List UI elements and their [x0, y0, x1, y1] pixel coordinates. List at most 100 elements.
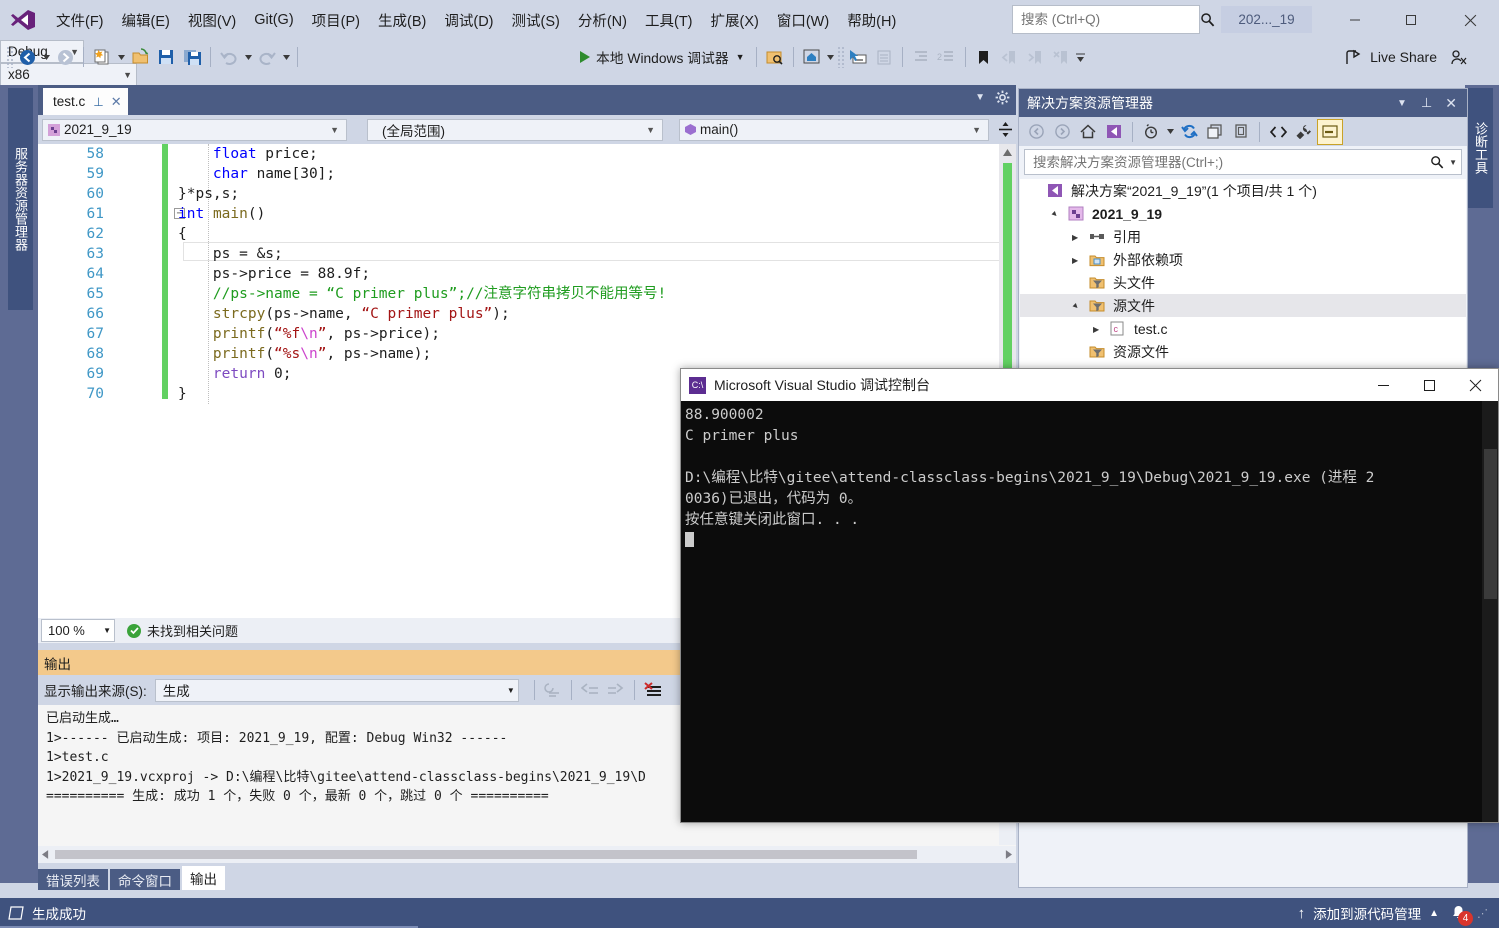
console-output-area[interactable]: 88.900002 C primer plus D:\编程\比特\gitee\a…	[681, 401, 1498, 822]
menu-item-analyze[interactable]: 分析(N)	[569, 7, 636, 34]
tab-list-chevron-down-icon[interactable]: ▼	[975, 92, 985, 103]
quick-search-box[interactable]	[1012, 5, 1215, 34]
solution-tree-item[interactable]: 解决方案“2021_9_19”(1 个项目/共 1 个)	[1020, 179, 1466, 202]
solution-home-dropdown-icon[interactable]	[825, 44, 837, 70]
redo-icon[interactable]	[254, 44, 280, 70]
solution-tree-item[interactable]: ▶ 引用	[1020, 225, 1466, 248]
toolbar-overflow-icon[interactable]	[1075, 44, 1087, 70]
collapsed-arrow-icon[interactable]: ▶	[1072, 255, 1089, 265]
console-maximize-button[interactable]	[1406, 369, 1452, 401]
resize-grip-icon[interactable]: ⋰	[1477, 907, 1489, 920]
nav-scope-combo[interactable]: (全局范围) ▼	[367, 118, 663, 141]
panel-menu-chevron-down-icon[interactable]: ▼	[1390, 98, 1414, 109]
code-line[interactable]: 62 {	[38, 224, 1016, 244]
main-menu[interactable]: 文件(F) 编辑(E) 视图(V) Git(G) 项目(P) 生成(B) 调试(…	[47, 0, 905, 40]
menu-item-extensions[interactable]: 扩展(X)	[702, 7, 768, 34]
code-line[interactable]: 65 //ps->name = “C primer plus”;//注意字符串拷…	[38, 284, 1016, 304]
undo-icon[interactable]	[216, 44, 242, 70]
window-minimize-button[interactable]	[1332, 0, 1378, 40]
find-message-icon[interactable]	[540, 677, 566, 703]
menu-item-test[interactable]: 测试(S)	[503, 7, 569, 34]
output-scroll-thumb[interactable]	[55, 850, 917, 859]
search-input[interactable]	[1019, 11, 1200, 28]
clear-bookmarks-icon[interactable]	[1049, 44, 1075, 70]
collapsed-arrow-icon[interactable]: ▶	[1072, 232, 1089, 242]
menu-item-file[interactable]: 文件(F)	[47, 7, 113, 34]
solution-tree-item[interactable]: ▶ c test.c	[1020, 317, 1466, 340]
upload-arrow-icon[interactable]: ↑	[1298, 905, 1306, 922]
search-options-chevron-down-icon[interactable]: ▼	[1444, 158, 1457, 167]
decrease-indent-icon[interactable]	[908, 44, 934, 70]
menu-item-tools[interactable]: 工具(T)	[636, 7, 702, 34]
split-editor-icon[interactable]	[995, 121, 1015, 138]
solution-explorer-search-box[interactable]: ▼	[1024, 149, 1462, 175]
se-forward-icon[interactable]	[1049, 119, 1075, 145]
nav-member-combo[interactable]: main() ▼	[679, 118, 989, 141]
gear-icon[interactable]	[995, 90, 1010, 105]
se-refresh-icon[interactable]	[1176, 119, 1202, 145]
scroll-up-arrow-icon[interactable]	[999, 144, 1016, 161]
code-line[interactable]: 66 strcpy(ps->name, “C primer plus”);	[38, 304, 1016, 324]
collapsed-arrow-icon[interactable]: ▶	[1093, 324, 1110, 334]
code-line[interactable]: 64 ps->price = 88.9f;	[38, 264, 1016, 284]
new-project-dropdown-icon[interactable]	[115, 44, 127, 70]
undo-dropdown-icon[interactable]	[242, 44, 254, 70]
solution-home-icon[interactable]	[799, 44, 825, 70]
navigate-forward-button[interactable]	[52, 44, 78, 70]
go-to-next-message-icon[interactable]	[603, 677, 629, 703]
menu-item-help[interactable]: 帮助(H)	[838, 7, 905, 34]
diagnostic-tools-dock-tab[interactable]: 诊断工具	[1468, 88, 1493, 208]
debug-console-window[interactable]: C:\ Microsoft Visual Studio 调试控制台 88.900…	[680, 368, 1499, 823]
expanded-arrow-icon[interactable]: ▲	[1049, 208, 1068, 220]
previous-bookmark-icon[interactable]	[997, 44, 1023, 70]
close-panel-icon[interactable]: ✕	[1439, 95, 1463, 112]
toggle-bookmark-icon[interactable]	[971, 44, 997, 70]
start-debugging-button[interactable]: 本地 Windows 调试器 ▼	[574, 44, 751, 70]
increase-indent-icon[interactable]: 2	[934, 44, 960, 70]
new-project-icon[interactable]	[89, 44, 115, 70]
code-line[interactable]: 59 char name[30];	[38, 164, 1016, 184]
menu-item-build[interactable]: 生成(B)	[369, 7, 435, 34]
se-home-icon[interactable]	[1075, 119, 1101, 145]
pin-tab-icon[interactable]: ⊥	[93, 95, 103, 109]
server-explorer-dock-tab[interactable]: 服务器资源管理器	[8, 88, 33, 310]
code-line[interactable]: 61− int main()	[38, 204, 1016, 224]
tab-output[interactable]: 输出	[182, 866, 225, 890]
console-minimize-button[interactable]	[1360, 369, 1406, 401]
code-line[interactable]: 67 printf(“%f\n”, ps->price);	[38, 324, 1016, 344]
se-view-code-icon[interactable]	[1265, 119, 1291, 145]
console-scroll-thumb[interactable]	[1484, 449, 1497, 599]
menu-item-edit[interactable]: 编辑(E)	[113, 7, 179, 34]
open-file-icon[interactable]	[127, 44, 153, 70]
send-feedback-icon[interactable]	[1445, 44, 1471, 70]
tab-error-list[interactable]: 错误列表	[38, 869, 108, 890]
editor-zoom-combo[interactable]: 100 % ▼	[41, 619, 115, 642]
menu-item-project[interactable]: 项目(P)	[303, 7, 369, 34]
output-scroll-left-arrow-icon[interactable]	[38, 847, 49, 862]
output-source-combo[interactable]: 生成 ▼	[154, 678, 519, 702]
nav-project-combo[interactable]: 2021_9_19 ▼	[42, 118, 347, 141]
se-show-all-files-icon[interactable]	[1228, 119, 1254, 145]
close-tab-icon[interactable]: ✕	[111, 94, 122, 110]
code-line[interactable]: 60}*ps,s;	[38, 184, 1016, 204]
menu-item-window[interactable]: 窗口(W)	[768, 7, 838, 34]
properties-window-icon[interactable]	[871, 44, 897, 70]
clear-all-icon[interactable]	[640, 677, 666, 703]
console-vertical-scrollbar[interactable]	[1482, 401, 1498, 822]
editor-tab-testc[interactable]: test.c ⊥ ✕	[43, 88, 128, 115]
tab-command-window[interactable]: 命令窗口	[110, 869, 180, 890]
se-collapse-all-icon[interactable]	[1202, 119, 1228, 145]
next-bookmark-icon[interactable]	[1023, 44, 1049, 70]
toolbar-grip[interactable]	[6, 46, 14, 68]
window-close-button[interactable]	[1447, 0, 1493, 40]
toolbar-grip-2[interactable]	[836, 46, 845, 68]
console-close-button[interactable]	[1452, 369, 1498, 401]
expanded-arrow-icon[interactable]: ▲	[1070, 300, 1089, 312]
se-pending-changes-icon[interactable]	[1138, 119, 1164, 145]
se-properties-icon[interactable]	[1291, 119, 1317, 145]
solution-tree-item[interactable]: 资源文件	[1020, 340, 1466, 363]
pin-panel-icon[interactable]: ⊥	[1414, 95, 1439, 111]
code-line[interactable]: 58 float price;	[38, 144, 1016, 164]
output-scroll-right-arrow-icon[interactable]	[1005, 847, 1016, 862]
code-line[interactable]: 63 ps = &s;	[38, 244, 1016, 264]
